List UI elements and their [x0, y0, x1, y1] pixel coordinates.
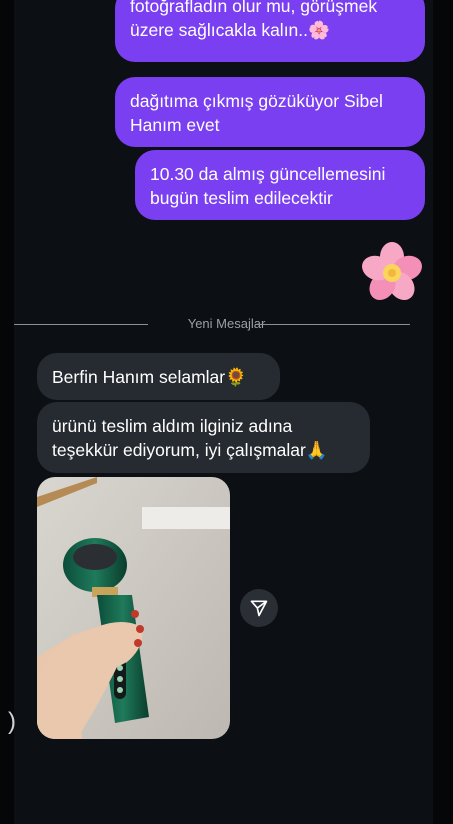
left-edge-frame: [0, 0, 14, 824]
outgoing-message-bubble[interactable]: dağıtıma çıkmış gözüküyor Sibel Hanım ev…: [115, 77, 425, 147]
divider-line-right: [256, 324, 410, 325]
outgoing-message-bubble[interactable]: 10.30 da almış güncellemesini bugün tesl…: [135, 150, 425, 220]
message-text: ürünü teslim aldım ilginiz adına teşekkü…: [52, 416, 328, 460]
message-text: dağıtıma çıkmış gözüküyor Sibel Hanım ev…: [130, 91, 383, 135]
photo-message[interactable]: [37, 477, 230, 739]
incoming-message-bubble[interactable]: Berfin Hanım selamlar🌻: [37, 353, 280, 400]
edge-reply-indicator: ): [8, 708, 16, 735]
paper-plane-icon: [250, 600, 268, 617]
flower-sticker[interactable]: [359, 240, 425, 306]
message-text: Berfin Hanım selamlar🌻: [52, 367, 247, 387]
message-text: fotoğrafladın olur mu, görüşmek üzere sa…: [130, 0, 378, 40]
device-photo-image: [37, 477, 230, 739]
right-edge-frame: [433, 0, 453, 824]
outgoing-message-bubble[interactable]: fotoğrafladın olur mu, görüşmek üzere sa…: [115, 0, 425, 62]
share-button[interactable]: [240, 589, 278, 627]
flower-icon: [362, 242, 422, 300]
incoming-message-bubble[interactable]: ürünü teslim aldım ilginiz adına teşekkü…: [37, 402, 370, 473]
message-text: 10.30 da almış güncellemesini bugün tesl…: [150, 164, 386, 208]
